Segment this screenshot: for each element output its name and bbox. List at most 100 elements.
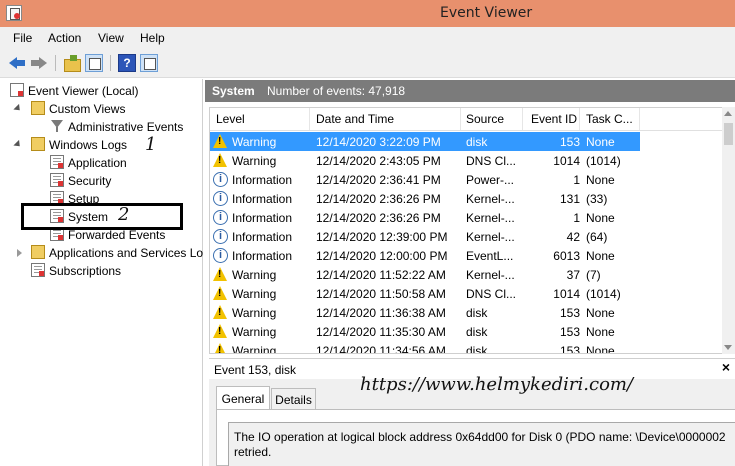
cell-date-time: 12/14/2020 11:52:22 AM xyxy=(316,268,446,282)
cell-event-id: 153 xyxy=(559,306,580,320)
scrollbar-thumb[interactable] xyxy=(724,123,733,145)
log-icon xyxy=(31,263,45,277)
show-hide-action-pane-icon[interactable] xyxy=(140,54,158,72)
cell-event-id: 153 xyxy=(559,135,580,149)
folder-icon xyxy=(31,245,45,259)
title-bar: Event Viewer xyxy=(0,0,735,27)
expand-arrow-icon[interactable] xyxy=(13,103,23,114)
cell-date-time: 12/14/2020 11:36:38 AM xyxy=(316,306,446,320)
collapse-arrow-icon[interactable] xyxy=(17,249,22,257)
console-tree: Event Viewer (Local) Custom Views Admini… xyxy=(0,79,203,466)
event-description-line: The IO operation at logical block addres… xyxy=(234,430,726,444)
events-table: Level Date and Time Source Event ID Task… xyxy=(209,107,735,354)
information-icon xyxy=(213,191,228,206)
column-divider[interactable] xyxy=(522,108,523,130)
back-arrow-icon[interactable] xyxy=(8,54,26,72)
cell-level: Warning xyxy=(232,135,277,149)
cell-level: Information xyxy=(232,173,293,187)
cell-event-id: 42 xyxy=(566,230,580,244)
cell-level: Warning xyxy=(232,344,277,354)
event-description: The IO operation at logical block addres… xyxy=(234,430,734,460)
cell-level: Warning xyxy=(232,268,277,282)
annotation-number-1: 1 xyxy=(145,134,157,155)
cell-date-time: 12/14/2020 2:36:41 PM xyxy=(316,173,441,187)
cell-task-category: None xyxy=(586,211,615,225)
table-row[interactable]: Warning 12/14/2020 11:52:22 AM Kernel-... 3… xyxy=(210,265,724,284)
show-hide-console-tree-icon[interactable] xyxy=(85,54,103,72)
toolbar: ? xyxy=(0,49,735,78)
cell-task-category: (1014) xyxy=(586,154,621,168)
table-row[interactable]: Warning 12/14/2020 2:43:05 PM DNS Cl... 101… xyxy=(210,151,724,170)
warning-icon xyxy=(213,324,228,339)
column-divider[interactable] xyxy=(579,108,580,130)
up-folder-icon[interactable] xyxy=(63,54,81,72)
cell-level: Warning xyxy=(232,154,277,168)
annotation-number-2: 2 xyxy=(118,204,130,225)
column-divider[interactable] xyxy=(460,108,461,130)
log-icon xyxy=(50,155,64,169)
table-row[interactable]: Warning 12/14/2020 11:36:38 AM disk 153 None xyxy=(210,303,724,322)
column-divider[interactable] xyxy=(639,108,640,130)
cell-source: disk xyxy=(466,325,488,339)
system-highlight-box xyxy=(21,203,183,230)
event-count: Number of events: 47,918 xyxy=(267,84,406,98)
warning-icon xyxy=(213,134,228,149)
table-row[interactable]: Information 12/14/2020 2:36:26 PM Kernel-.… xyxy=(210,189,724,208)
log-icon xyxy=(50,173,64,187)
cell-task-category: None xyxy=(586,344,615,354)
menu-view[interactable]: View xyxy=(98,31,124,45)
tab-general[interactable]: General xyxy=(216,386,270,410)
cell-level: Warning xyxy=(232,287,277,301)
cell-level: Information xyxy=(232,211,293,225)
cell-date-time: 12/14/2020 11:34:56 AM xyxy=(316,344,446,354)
cell-source: Kernel-... xyxy=(466,268,515,282)
table-row[interactable]: Warning 12/14/2020 11:35:30 AM disk 153 None xyxy=(210,322,724,341)
column-level[interactable]: Level xyxy=(216,112,245,126)
toolbar-separator xyxy=(55,55,56,71)
cell-task-category: None xyxy=(586,249,615,263)
table-row[interactable]: Warning 12/14/2020 11:50:58 AM DNS Cl... 10… xyxy=(210,284,724,303)
cell-level: Warning xyxy=(232,325,277,339)
scroll-down-arrow-icon[interactable] xyxy=(724,345,732,350)
help-icon[interactable]: ? xyxy=(118,54,136,72)
tab-details[interactable]: Details xyxy=(271,388,316,409)
table-row[interactable]: Information 12/14/2020 2:36:26 PM Kernel-.… xyxy=(210,208,724,227)
menu-action[interactable]: Action xyxy=(48,31,81,45)
cell-task-category: None xyxy=(586,325,615,339)
scroll-up-arrow-icon[interactable] xyxy=(724,111,732,116)
information-icon xyxy=(213,172,228,187)
table-row[interactable]: Information 12/14/2020 2:36:41 PM Power-..… xyxy=(210,170,724,189)
column-source[interactable]: Source xyxy=(466,112,504,126)
cell-task-category: (1014) xyxy=(586,287,621,301)
table-row[interactable]: Warning 12/14/2020 11:34:56 AM disk 153 None xyxy=(210,341,724,354)
information-icon xyxy=(213,229,228,244)
table-header: Level Date and Time Source Event ID Task… xyxy=(210,108,734,131)
information-icon xyxy=(213,248,228,263)
table-row[interactable]: Warning 12/14/2020 3:22:09 PM disk 153 None xyxy=(210,132,724,151)
watermark-url: https://www.helmykediri.com/ xyxy=(360,374,634,395)
menu-file[interactable]: File xyxy=(13,31,32,45)
cell-source: DNS Cl... xyxy=(466,154,517,168)
table-row[interactable]: Information 12/14/2020 12:00:00 PM EventL.… xyxy=(210,246,724,265)
menu-help[interactable]: Help xyxy=(140,31,165,45)
cell-date-time: 12/14/2020 2:36:26 PM xyxy=(316,211,441,225)
filter-icon xyxy=(50,119,64,133)
log-summary-bar: System Number of events: 47,918 xyxy=(205,80,735,102)
column-event-id[interactable]: Event ID xyxy=(531,112,577,126)
folder-icon xyxy=(31,137,45,151)
table-scrollbar[interactable] xyxy=(722,107,735,354)
forward-arrow-icon[interactable] xyxy=(30,54,48,72)
details-title: Event 153, disk xyxy=(214,363,297,377)
column-task-category[interactable]: Task C... xyxy=(586,112,633,126)
cell-event-id: 1 xyxy=(573,173,580,187)
close-icon[interactable]: × xyxy=(719,359,733,375)
cell-level: Warning xyxy=(232,306,277,320)
table-row[interactable]: Information 12/14/2020 12:39:00 PM Kernel-… xyxy=(210,227,724,246)
column-date-time[interactable]: Date and Time xyxy=(316,112,394,126)
cell-source: disk xyxy=(466,306,488,320)
expand-arrow-icon[interactable] xyxy=(13,139,23,150)
warning-icon xyxy=(213,286,228,301)
column-divider[interactable] xyxy=(309,108,310,130)
cell-source: Kernel-... xyxy=(466,211,515,225)
information-icon xyxy=(213,210,228,225)
